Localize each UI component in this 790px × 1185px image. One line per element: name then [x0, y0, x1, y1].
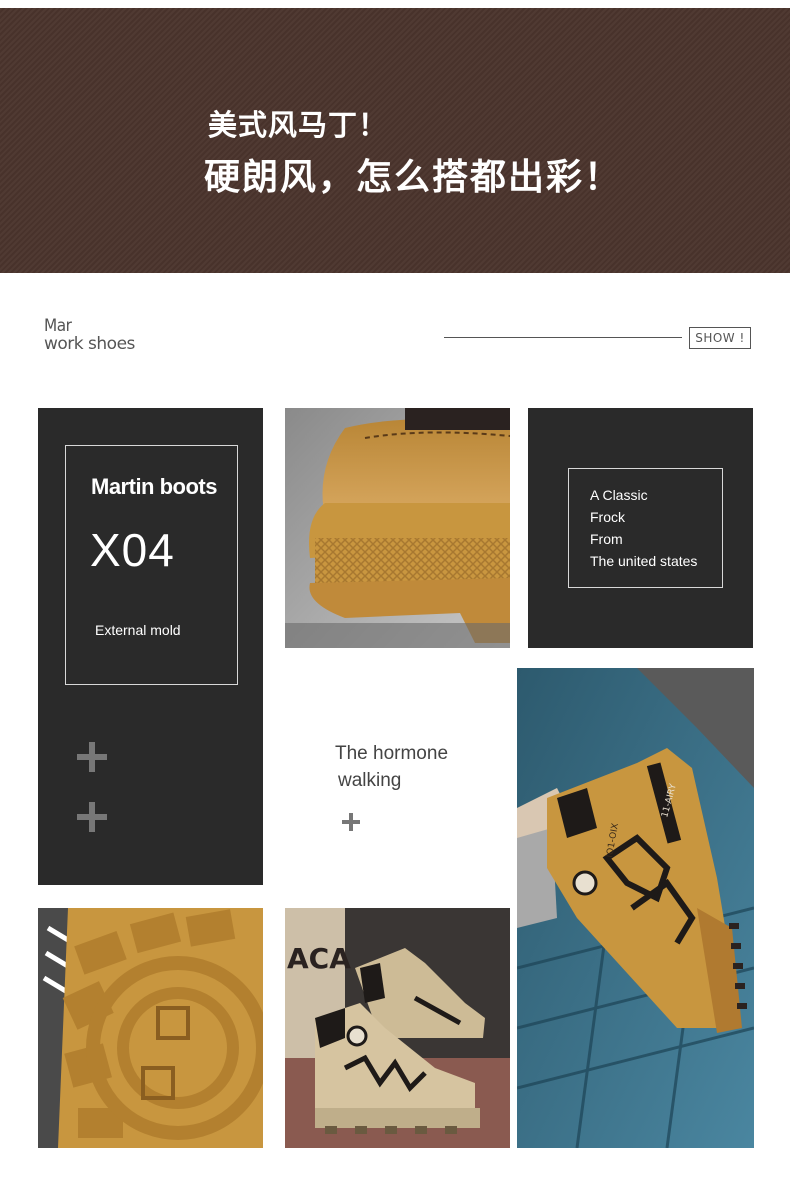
sole-tread-closeup-photo — [38, 908, 263, 1148]
boot-heel-closeup-photo — [285, 408, 510, 648]
show-badge: SHOW ! — [689, 327, 751, 349]
banner-headline: 美式风马丁！ — [208, 108, 389, 142]
header-banner: 美式风马丁！ 硬朗风，怎么搭都出彩！ — [0, 8, 790, 273]
tagline-line-1: The hormone — [335, 743, 449, 764]
plus-icon — [77, 802, 107, 832]
classic-line-4: The united states — [590, 553, 698, 569]
classic-line-3: From — [590, 531, 623, 547]
product-caption: External mold — [95, 622, 181, 638]
classic-line-1: A Classic — [590, 487, 648, 503]
svg-text:ACA: ACA — [287, 942, 351, 975]
tagline-line-2: walking — [338, 770, 402, 791]
model-wearing-boot-photo: 11-AIRY IO1-OIX — [517, 668, 754, 1148]
section-divider — [444, 337, 682, 338]
product-title: Martin boots — [91, 474, 218, 499]
banner-subheadline: 硬朗风，怎么搭都出彩！ — [204, 157, 623, 198]
plus-icon — [77, 742, 107, 772]
section-label-bottom: work shoes — [44, 334, 135, 354]
plus-icon — [342, 813, 360, 831]
section-label-top: Mar — [44, 316, 72, 336]
boot-pair-display-photo: ACA — [285, 908, 510, 1148]
product-code: X04 — [90, 524, 175, 576]
classic-line-2: Frock — [590, 509, 625, 525]
right-info-frame — [568, 468, 723, 588]
